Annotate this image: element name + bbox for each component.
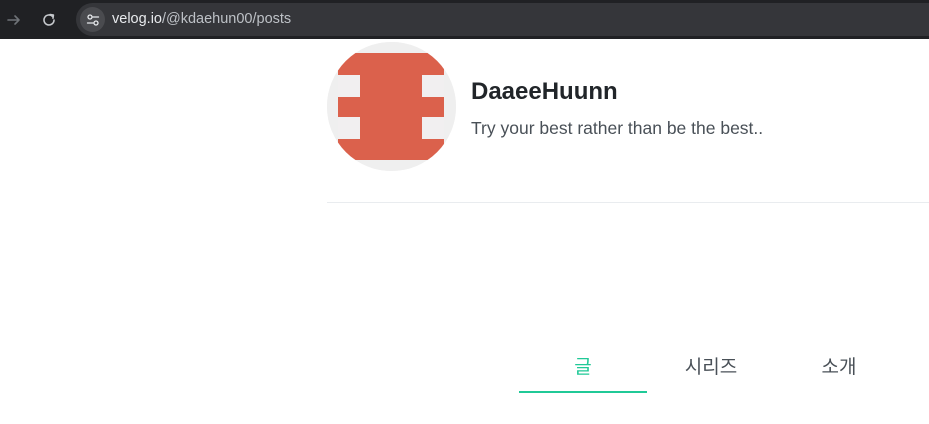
site-info-button[interactable] [80, 7, 105, 32]
arrow-right-icon [7, 15, 20, 25]
tune-icon [86, 13, 99, 26]
active-tab-indicator [519, 391, 647, 393]
profile-divider [327, 202, 929, 203]
url-path: /@kdaehun00/posts [161, 11, 292, 27]
browser-toolbar: velog.io/@kdaehun00/posts [0, 0, 929, 39]
forward-button[interactable] [2, 8, 26, 32]
url-text[interactable]: velog.io/@kdaehun00/posts [112, 11, 291, 28]
url-host: velog.io [112, 11, 162, 27]
profile-bio: Try your best rather than be the best.. [471, 118, 764, 138]
avatar-image [327, 42, 456, 171]
profile-name[interactable]: DaaeeHuunn [471, 77, 618, 107]
reload-button[interactable] [37, 8, 61, 32]
tab-series[interactable]: 시리즈 [647, 352, 775, 382]
tab-about[interactable]: 소개 [775, 352, 903, 382]
reload-icon [43, 13, 55, 26]
profile-avatar[interactable] [327, 42, 456, 171]
tab-posts[interactable]: 글 [519, 352, 647, 382]
address-bar[interactable]: velog.io/@kdaehun00/posts [76, 3, 929, 36]
